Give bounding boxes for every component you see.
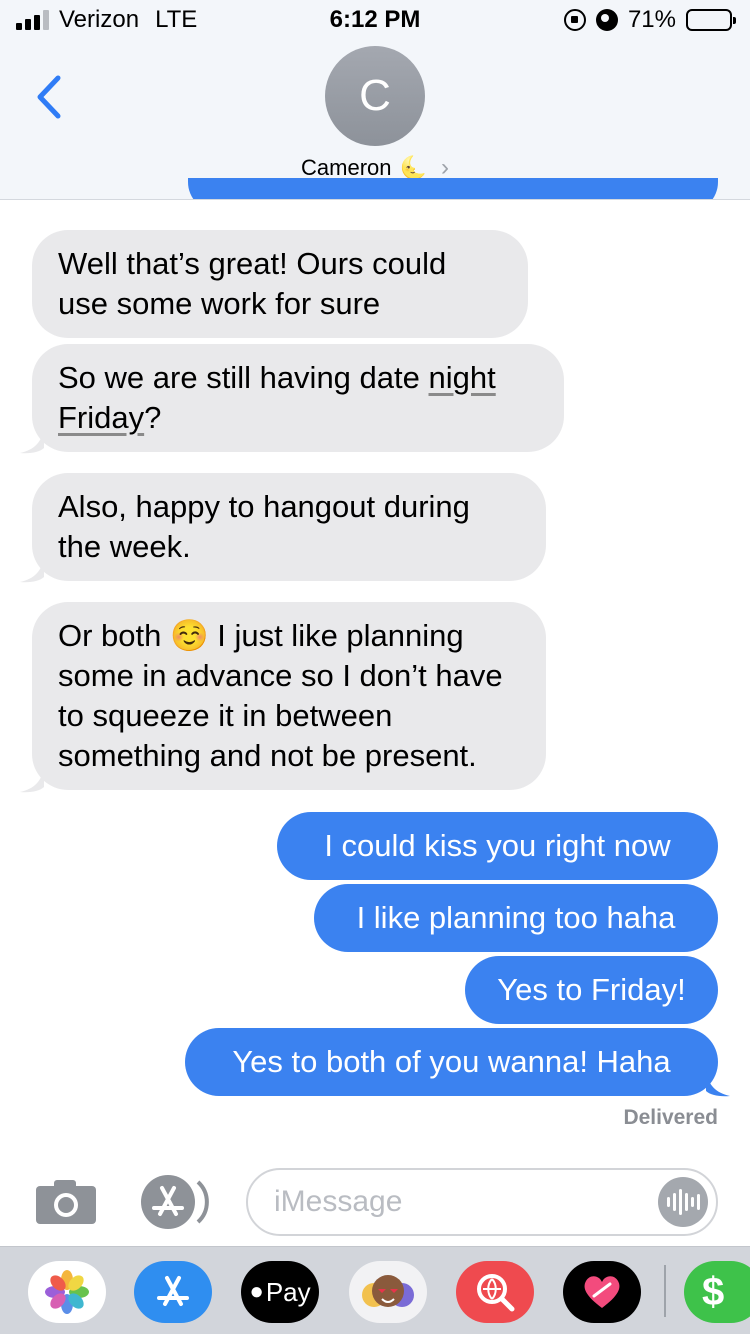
message-text: So we are still having date (58, 360, 429, 395)
app-store-drawer-icon[interactable] (134, 1261, 212, 1323)
previous-outgoing-bubble (188, 178, 718, 199)
memoji-icon[interactable] (349, 1261, 427, 1323)
camera-icon[interactable] (34, 1178, 98, 1226)
battery-percent: 71% (627, 6, 676, 33)
message-text: Yes to Friday! (497, 972, 686, 1007)
app-store-glyph-icon (157, 1276, 189, 1306)
bubble-tail (20, 428, 44, 454)
heart-icon (584, 1276, 620, 1308)
bubble-tail (706, 1071, 730, 1097)
bubble-tail (20, 767, 44, 793)
message-text: Or both (58, 618, 170, 653)
apple-logo-icon: ● (249, 1278, 264, 1305)
message-text: Yes to both of you wanna! Haha (232, 1044, 671, 1079)
imessage-input[interactable] (274, 1180, 634, 1224)
apple-pay-label: Pay (265, 1276, 311, 1307)
incoming-message[interactable]: Or both ☺️ I just like planning some in … (32, 602, 546, 790)
cash-label: $ (702, 1269, 725, 1314)
app-drawer: ● Pay $ (0, 1246, 750, 1334)
status-indicators: 71% (563, 6, 736, 34)
alarm-icon (595, 9, 618, 31)
message-text: Also, happy to hangout during the week. (58, 489, 470, 564)
delivery-status: Delivered (623, 1106, 718, 1129)
incoming-message[interactable]: Also, happy to hangout during the week. (32, 473, 546, 581)
message-text: I could kiss you right now (324, 828, 671, 863)
memoji-faces-icon (362, 1275, 414, 1307)
photos-flower-icon (45, 1270, 89, 1314)
date-link[interactable]: Friday (58, 400, 144, 435)
date-link[interactable]: night (429, 360, 496, 395)
search-images-icon[interactable] (456, 1261, 534, 1323)
incoming-message[interactable]: Well that’s great! Ours could use some w… (32, 230, 528, 338)
message-text: Well that’s great! Ours could use some w… (58, 246, 447, 321)
back-chevron-icon[interactable] (30, 72, 70, 122)
audio-waveform-icon[interactable] (658, 1177, 708, 1227)
drawer-divider (664, 1265, 666, 1317)
apple-pay-icon[interactable]: ● Pay (241, 1261, 319, 1323)
conversation-header: Verizon LTE 6:12 PM 71% C Cameron 🌜 › (0, 0, 750, 200)
outgoing-message[interactable]: I like planning too haha (314, 884, 718, 952)
bubble-tail (20, 557, 44, 583)
globe-search-icon (477, 1274, 515, 1312)
apple-cash-icon[interactable]: $ (684, 1261, 750, 1323)
smiling-emoji: ☺️ (170, 618, 209, 653)
outgoing-message[interactable]: Yes to both of you wanna! Haha (185, 1028, 718, 1096)
status-bar: Verizon LTE 6:12 PM 71% (0, 0, 750, 40)
avatar-initial: C (359, 71, 391, 120)
outgoing-message[interactable]: Yes to Friday! (465, 956, 718, 1024)
incoming-message[interactable]: So we are still having date night Friday… (32, 344, 564, 452)
message-text: I like planning too haha (356, 900, 676, 935)
orientation-lock-icon (563, 9, 586, 31)
contact-avatar[interactable]: C (325, 46, 425, 146)
battery-icon (686, 9, 736, 31)
digital-touch-icon[interactable] (563, 1261, 641, 1323)
message-text: ? (144, 400, 162, 435)
app-store-icon[interactable] (138, 1174, 212, 1230)
outgoing-message[interactable]: I could kiss you right now (277, 812, 718, 880)
message-input-container[interactable] (246, 1168, 718, 1236)
photos-icon[interactable] (28, 1261, 106, 1323)
